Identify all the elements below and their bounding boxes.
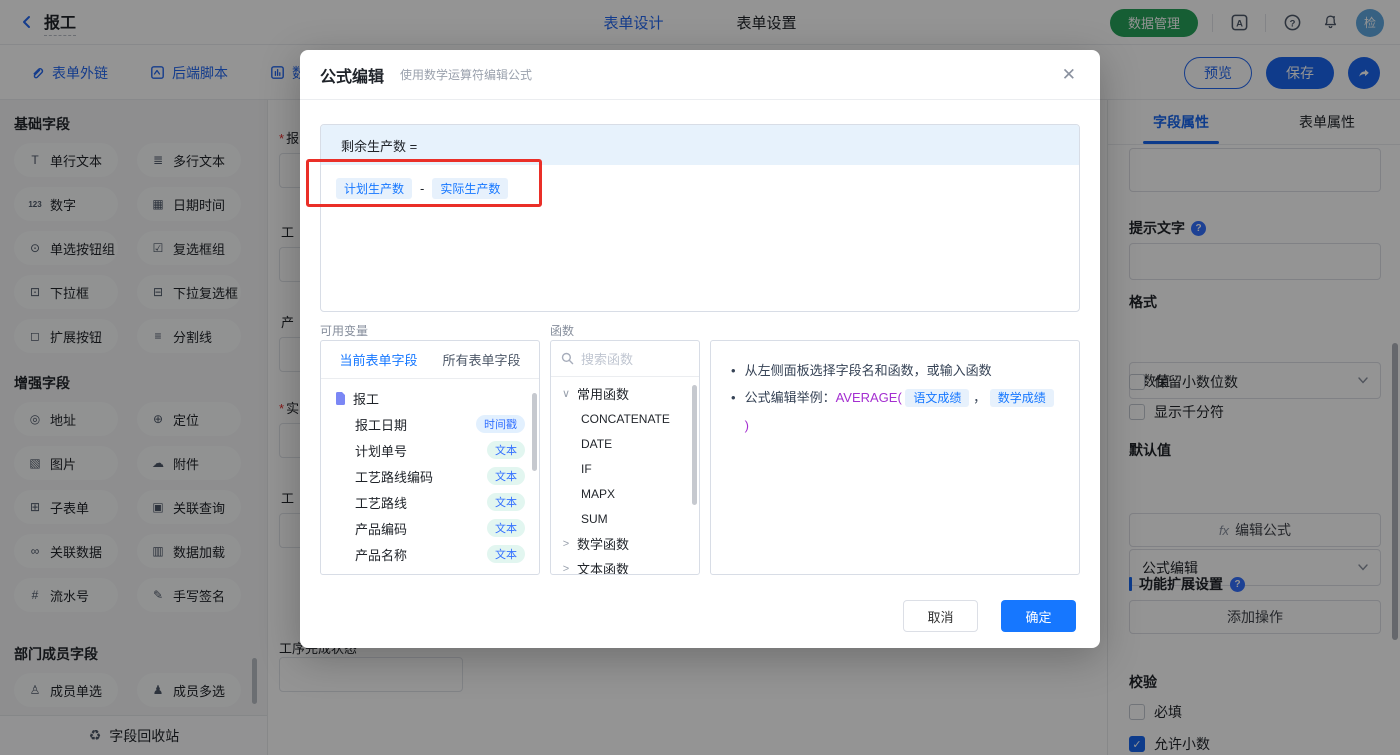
function-group-label: 常用函数 [577,387,630,402]
variables-label: 可用变量 [320,324,369,338]
formula-expression[interactable]: 计划生产数 - 实际生产数 [321,165,1079,212]
type-badge: 文本 [487,441,525,459]
variables-scrollbar[interactable] [532,393,537,471]
variable-row[interactable]: 产品编码 文本 [335,515,539,541]
app-window: 报工 表单设计 表单设置 数据管理 A ? 检 表单外链 后端脚本 预览 保存 … [0,0,1400,755]
bullet-icon: • [731,390,736,405]
variables-tabs: 当前表单字段 所有表单字段 [321,341,539,379]
tip-line: • 从左侧面板选择字段名和函数，或输入函数 [731,357,1059,384]
type-badge: 文本 [487,519,525,537]
function-group-math[interactable]: > 数学函数 [551,531,699,556]
example-comma: ， [973,390,987,405]
function-group-text[interactable]: > 文本函数 [551,556,699,575]
dialog-footer: 取消 确定 [300,586,1100,648]
function-search-input[interactable]: 搜索函数 [551,341,699,377]
chevron-right-icon: > [562,562,570,575]
formula-editor[interactable]: 剩余生产数 = 计划生产数 - 实际生产数 [320,124,1080,312]
variable-row[interactable]: 产品名称 文本 [335,541,539,567]
form-node-label: 报工 [353,391,380,407]
function-item[interactable]: DATE [551,431,699,456]
dialog-title: 公式编辑 [320,68,385,86]
variable-row[interactable]: 报工日期 时间戳 [335,411,539,437]
variable-name: 计划单号 [355,443,408,459]
chevron-right-icon: > [562,537,570,550]
tab-all-form-fields[interactable]: 所有表单字段 [442,350,520,369]
tip-line-example: • 公式编辑举例：AVERAGE( 语文成绩 ， 数学成绩 ) [731,384,1059,439]
document-icon [336,391,345,405]
example-chip-chinese-score: 语文成绩 [905,389,970,407]
variable-row[interactable]: 工艺路线编码 文本 [335,463,539,489]
form-node[interactable]: 报工 [335,385,539,411]
variable-name: 工艺路线 [355,495,408,511]
variable-row[interactable]: 计划单号 文本 [335,437,539,463]
tips-panel: • 从左侧面板选择字段名和函数，或输入函数 • 公式编辑举例：AVERAGE( … [710,340,1080,575]
function-item[interactable]: IF [551,456,699,481]
function-group-label: 数学函数 [577,537,630,552]
tip-text: 从左侧面板选择字段名和函数，或输入函数 [744,363,992,378]
functions-label: 函数 [550,324,575,338]
variable-name: 报工日期 [355,417,408,433]
example-chip-math-score: 数学成绩 [989,389,1054,407]
field-chip-planned-qty[interactable]: 计划生产数 [336,178,413,199]
type-badge: 文本 [487,545,525,563]
type-badge: 文本 [487,467,525,485]
formula-target-row: 剩余生产数 = [321,125,1079,165]
type-badge: 时间戳 [476,415,525,433]
dialog-subtitle: 使用数学运算符编辑公式 [400,68,533,82]
search-icon [561,352,574,365]
minus-operator: - [420,181,425,196]
function-item[interactable]: MAPX [551,481,699,506]
functions-panel: 搜索函数 ∨ 常用函数 CONCATENATE DATE IF MAPX SUM … [550,340,700,575]
dialog-header: 公式编辑 使用数学运算符编辑公式 ✕ [300,50,1100,100]
variable-name: 产品编码 [355,521,408,537]
close-icon[interactable]: ✕ [1058,61,1080,89]
function-item[interactable]: CONCATENATE [551,406,699,431]
function-group-label: 文本函数 [577,562,630,575]
function-group-common[interactable]: ∨ 常用函数 [551,381,699,406]
bullet-icon: • [731,363,736,378]
functions-scrollbar[interactable] [692,385,697,505]
formula-edit-dialog: 公式编辑 使用数学运算符编辑公式 ✕ 剩余生产数 = 计划生产数 - 实际生产数… [300,50,1100,648]
chevron-down-icon: ∨ [561,388,571,400]
example-function-open: AVERAGE( [835,390,902,405]
variable-name: 产品名称 [355,547,408,563]
variable-name: 工艺路线编码 [355,469,434,485]
confirm-button[interactable]: 确定 [1001,600,1076,632]
cancel-button[interactable]: 取消 [903,600,978,632]
tab-current-form-fields[interactable]: 当前表单字段 [339,350,417,369]
type-badge: 文本 [487,493,525,511]
tip-text: 公式编辑举例：AVERAGE( 语文成绩 ， 数学成绩 ) [745,384,1059,439]
example-prefix: 公式编辑举例： [744,390,836,405]
variable-row[interactable]: 工艺路线 文本 [335,489,539,515]
field-chip-actual-qty[interactable]: 实际生产数 [432,178,509,199]
formula-target: 剩余生产数 = [341,138,418,154]
variables-panel: 当前表单字段 所有表单字段 报工 报工日期 时间戳 计划单号 文本 工艺路线编码 文本… [320,340,540,575]
search-placeholder: 搜索函数 [581,352,634,367]
example-function-close: ) [744,418,749,433]
function-item[interactable]: SUM [551,506,699,531]
